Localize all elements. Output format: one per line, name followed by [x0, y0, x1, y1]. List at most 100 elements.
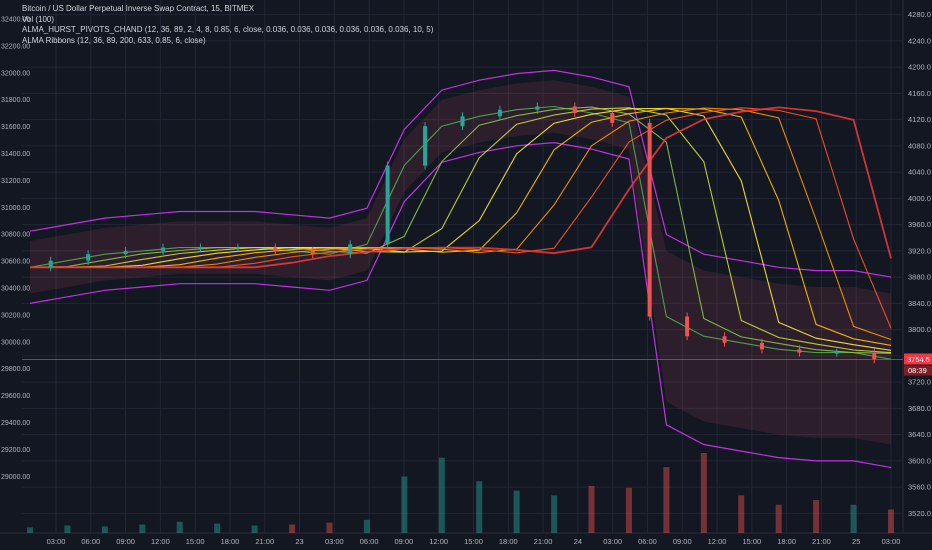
x-axis-tick-label: 09:00	[673, 537, 692, 546]
x-axis-tick-label: 12:00	[429, 537, 448, 546]
volume-bar	[513, 490, 520, 533]
right-axis-tick-label: 4240.0	[908, 36, 931, 45]
x-axis-tick-label: 12:00	[151, 537, 170, 546]
x-axis-tick-label: 21:00	[255, 537, 274, 546]
volume-bar	[700, 453, 707, 533]
x-axis-tick-label: 21:00	[534, 537, 553, 546]
x-axis-tick-label: 03:00	[47, 537, 66, 546]
candle-body[interactable]	[86, 254, 91, 261]
legend-alma-ribbons[interactable]: ALMA Ribbons (12, 36, 89, 200, 633, 0.85…	[22, 36, 433, 47]
volume-bar	[588, 485, 595, 533]
right-axis-tick-label: 4000.0	[908, 194, 931, 203]
left-axis-tick-label: 29000.00	[1, 474, 30, 481]
chart-legend: Bitcoin / US Dollar Perpetual Inverse Sw…	[22, 4, 433, 46]
volume-bar	[251, 525, 258, 533]
candle-body[interactable]	[310, 250, 315, 255]
x-axis-tick-label: 06:00	[81, 537, 100, 546]
left-axis-tick-label: 30000.00	[1, 339, 30, 346]
right-axis-tick-label: 4080.0	[908, 141, 931, 150]
x-axis-tick-label: 12:00	[708, 537, 727, 546]
left-axis-tick-label: 32000.00	[1, 70, 30, 77]
candle-body[interactable]	[48, 260, 53, 268]
candle-body[interactable]	[610, 113, 615, 123]
candle-body[interactable]	[685, 316, 690, 337]
candle-body[interactable]	[273, 247, 278, 251]
candle-body[interactable]	[235, 247, 240, 249]
x-axis-tick-label: 21:00	[812, 537, 831, 546]
x-axis-tick-label: 06:00	[638, 537, 657, 546]
x-axis-tick-label: 18:00	[499, 537, 518, 546]
left-axis-tick-label: 31200.00	[1, 178, 30, 185]
left-axis-tick-label: 30400.00	[1, 286, 30, 293]
legend-symbol-title[interactable]: Bitcoin / US Dollar Perpetual Inverse Sw…	[22, 4, 433, 15]
right-axis-tick-label: 3960.0	[908, 220, 931, 229]
candle-body[interactable]	[123, 250, 128, 255]
right-axis-tick-label: 3680.0	[908, 404, 931, 413]
left-axis-tick-label: 29400.00	[1, 420, 30, 427]
volume-bar	[289, 524, 296, 533]
volume-bar	[850, 504, 857, 533]
left-axis-tick-label: 31400.00	[1, 151, 30, 158]
left-axis-tick-label: 29600.00	[1, 393, 30, 400]
x-axis-tick-label: 23	[295, 537, 303, 546]
volume-bar	[663, 467, 670, 533]
right-axis-tick-label: 4280.0	[908, 10, 931, 19]
candle-body[interactable]	[797, 349, 802, 353]
right-axis-tick-label: 3840.0	[908, 299, 931, 308]
right-axis-tick-label: 3720.0	[908, 378, 931, 387]
left-axis-tick-label: 30600.00	[1, 259, 30, 266]
x-axis-tick-label: 03:00	[882, 537, 901, 546]
candle-body[interactable]	[460, 116, 465, 127]
volume-bar	[813, 500, 820, 533]
right-axis-tick-label: 4040.0	[908, 168, 931, 177]
right-axis-tick-label: 3920.0	[908, 246, 931, 255]
volume-bar	[888, 509, 894, 533]
volume-bar	[625, 487, 632, 533]
candle-body[interactable]	[535, 106, 540, 110]
right-axis-tick-label: 3800.0	[908, 325, 931, 334]
right-axis-tick-label: 4160.0	[908, 89, 931, 98]
volume-bar	[214, 523, 221, 533]
price-chart[interactable]: 4280.0 4240.0 4200.0 4160.0 4120.0 4080.0 4040…	[0, 0, 932, 550]
left-axis-tick-label: 31800.00	[1, 97, 30, 104]
candle-body[interactable]	[161, 247, 166, 251]
candle-body[interactable]	[834, 352, 839, 354]
left-axis-tick-label: 30200.00	[1, 312, 30, 319]
candle-body[interactable]	[572, 106, 577, 114]
legend-volume-indicator[interactable]: Vol (100)	[22, 15, 433, 26]
volume-bar	[27, 527, 33, 533]
volume-bar	[775, 504, 782, 533]
volume-bar	[139, 524, 146, 533]
left-axis-tick-label: 29800.00	[1, 366, 30, 373]
candle-body[interactable]	[423, 126, 428, 166]
x-axis-tick-label: 03:00	[603, 537, 622, 546]
candle-body[interactable]	[385, 165, 390, 245]
x-axis-tick-label: 09:00	[395, 537, 414, 546]
candle-body[interactable]	[759, 342, 764, 350]
x-axis-tick-label: 15:00	[186, 537, 205, 546]
left-axis-tick-label: 31600.00	[1, 124, 30, 131]
last-price-label: 3754.5	[907, 355, 930, 364]
candle-body[interactable]	[198, 247, 203, 249]
volume-bar	[738, 495, 745, 533]
x-axis-tick-label: 09:00	[116, 537, 135, 546]
candle-body[interactable]	[722, 336, 727, 343]
right-axis-tick-label: 3880.0	[908, 273, 931, 282]
x-axis-tick-label: 24	[574, 537, 582, 546]
right-axis-tick-label: 3640.0	[908, 430, 931, 439]
right-axis-tick-label: 3600.0	[908, 456, 931, 465]
legend-hurst-indicator[interactable]: ALMA_HURST_PIVOTS_CHAND (12, 36, 89, 2, …	[22, 25, 433, 36]
volume-bar	[326, 522, 333, 533]
x-axis-tick-label: 18:00	[777, 537, 796, 546]
volume-bar	[401, 476, 408, 533]
volume-bar	[176, 521, 183, 533]
x-axis-tick-label: 25	[852, 537, 860, 546]
right-axis-tick-label: 3560.0	[908, 483, 931, 492]
candle-body[interactable]	[647, 122, 652, 317]
candle-body[interactable]	[497, 109, 502, 117]
candle-body[interactable]	[872, 352, 877, 360]
candle-body[interactable]	[348, 244, 353, 255]
x-axis-tick-label: 15:00	[742, 537, 761, 546]
volume-bar	[438, 457, 445, 533]
volume-bar	[101, 526, 108, 533]
